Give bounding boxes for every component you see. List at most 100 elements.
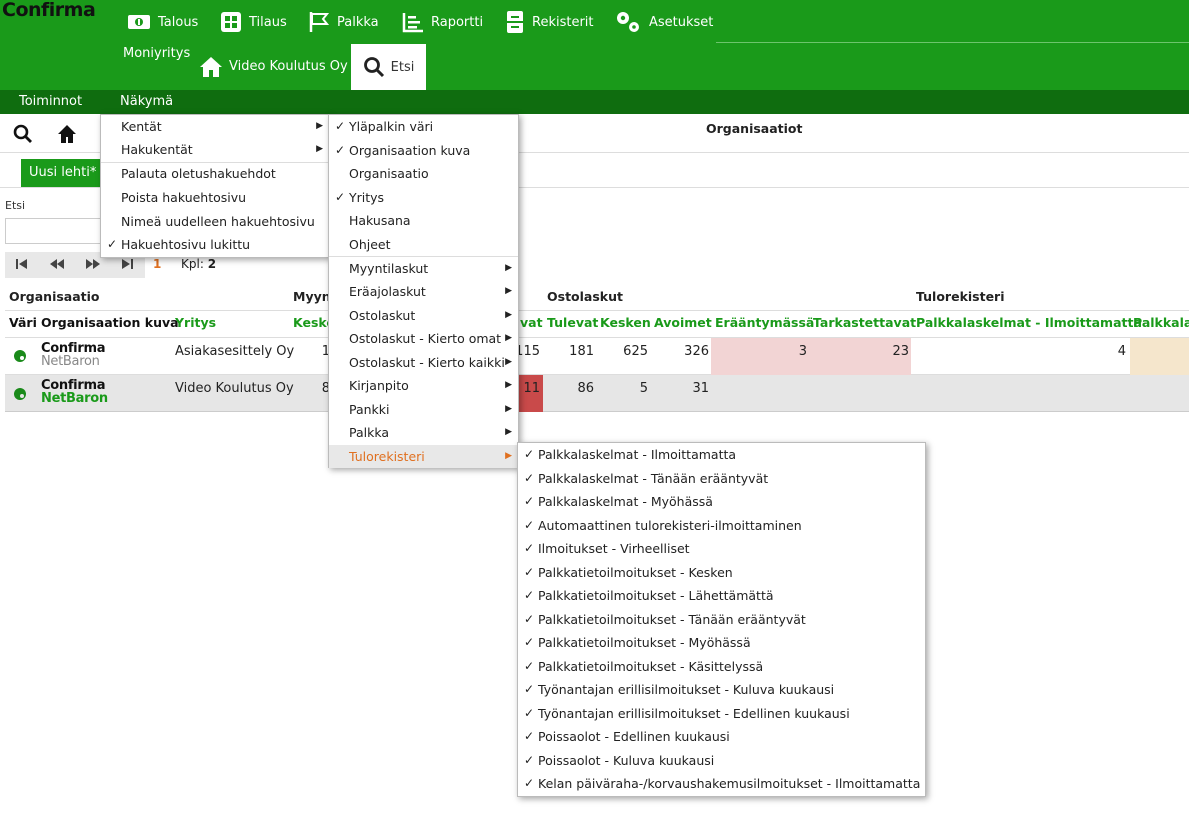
menu-item-palauta-oletushakuehdot[interactable]: Palauta oletushakuehdot [101,162,329,185]
search-label: Etsi [5,199,26,212]
menu-item-tyonantajan-erillisilmoitukset-kuluva-kuukausi[interactable]: ✓ Työnantajan erillisilmoitukset - Kuluva… [518,678,925,701]
col-kesken[interactable]: Kesken [600,315,651,330]
menu-item-palkkatietoilmoitukset-lahettamatta[interactable]: ✓ Palkkatietoilmoitukset - Lähettämättä [518,584,925,607]
company-button[interactable]: Video Koulutus Oy [191,44,348,89]
menu-nakyma[interactable]: Näkymä [120,94,173,109]
col-vari[interactable]: Väri [9,315,37,330]
menu-item-label: Palkkalaskelmat - Myöhässä [538,494,713,509]
col-ost-prev[interactable]: vat [520,315,543,330]
menu-item-yritys[interactable]: ✓ Yritys [329,186,518,209]
next-page-icon[interactable] [85,257,101,271]
search-tab[interactable]: Etsi [351,44,426,90]
submenu-arrow-icon: ▶ [316,144,323,154]
col-avoimet[interactable]: Avoimet [654,315,712,330]
menu-item-hakukentat[interactable]: Hakukentät ▶ [101,138,329,161]
check-icon: ✓ [524,659,535,673]
menu-item-hakusana[interactable]: Hakusana [329,209,518,232]
menu-item-kelan-paivaraha-korvaushakemusilmoitukset-ilmoittamatta[interactable]: ✓ Kelan päiväraha-/korvaushakemusilmoituk… [518,772,925,795]
menu-item-organisaatio[interactable]: Organisaatio [329,162,518,185]
search-input[interactable] [5,218,105,244]
cell-yritys: Video Koulutus Oy [175,381,294,396]
cell-palkka: 4 [1117,344,1126,359]
nav-label: Asetukset [649,14,714,30]
menu-toiminnot[interactable]: Toiminnot [19,94,82,109]
menu-item-pankki[interactable]: Pankki ▶ [329,398,518,421]
nav-talous[interactable]: Talous [127,8,198,36]
app-logo[interactable]: Confirma [2,0,96,21]
menu-item-label: Automaattinen tulorekisteri-ilmoittamine… [538,518,802,533]
menu-item-nimea-uudelleen-hakuehtosivu[interactable]: Nimeä uudelleen hakuehtosivu [101,210,329,233]
menu-item-ohjeet[interactable]: Ohjeet [329,233,518,256]
count-label: Kpl: 2 [181,257,216,271]
cell-avoimet: 31 [692,381,709,396]
menu-item-ostolaskut-kierto-kaikki[interactable]: Ostolaskut - Kierto kaikki ▶ [329,351,518,374]
menu-item-palkkalaskelmat-tanaan-eraantyvat[interactable]: ✓ Palkkalaskelmat - Tänään erääntyvät [518,467,925,490]
menu-item-organisaation-kuva[interactable]: ✓ Organisaation kuva [329,139,518,162]
menu-item-automaattinen-tulorekisteri-ilmoittaminen[interactable]: ✓ Automaattinen tulorekisteri-ilmoittamin… [518,514,925,537]
search-icon[interactable] [13,124,33,144]
menu-item-tulorekisteri[interactable]: Tulorekisteri ▶ [329,445,518,468]
col-palkka-cut[interactable]: Palkkala [1133,315,1189,330]
moniyritys-link[interactable]: Moniyritys [123,46,190,61]
menu-item-label: Työnantajan erillisilmoitukset - Edellin… [538,706,850,721]
menu-item-poista-hakuehtosivu[interactable]: Poista hakuehtosivu [101,186,329,209]
menu-item-ostolaskut-kierto-omat[interactable]: Ostolaskut - Kierto omat ▶ [329,327,518,350]
menu-item-palkkatietoilmoitukset-kasittelyssa[interactable]: ✓ Palkkatietoilmoitukset - Käsittelyssä [518,655,925,678]
col-tulevat[interactable]: Tulevat [547,315,598,330]
menu-item-kirjanpito[interactable]: Kirjanpito ▶ [329,374,518,397]
nav-palkka[interactable]: Palkka [308,8,379,36]
company-name: Video Koulutus Oy [229,59,348,74]
col-erantymassa[interactable]: Erääntymässä [715,315,814,330]
check-icon: ✓ [524,753,535,767]
nav-label: Tilaus [249,14,287,30]
menu-item-ylapalkin-vari[interactable]: ✓ Yläpalkin väri [329,115,518,138]
col-kuva[interactable]: Organisaation kuva [41,315,179,330]
menu-item-kentat[interactable]: Kentät ▶ [101,115,329,138]
first-page-icon[interactable] [15,257,29,271]
check-icon: ✓ [524,494,535,508]
menu-item-palkkatietoilmoitukset-myohassa[interactable]: ✓ Palkkatietoilmoitukset - Myöhässä [518,631,925,654]
last-page-icon[interactable] [120,257,134,271]
check-icon: ✓ [524,635,535,649]
menu-item-label: Palkkatietoilmoitukset - Kesken [538,565,733,580]
menu-item-label: Ostolaskut - Kierto kaikki [349,355,505,370]
palette-icon[interactable] [13,349,27,363]
check-icon: ✓ [524,706,535,720]
tab-uusi-lehti[interactable]: Uusi lehti* [21,159,103,187]
menu-item-label: Poissaolot - Kuluva kuukausi [538,753,715,768]
menu-item-myyntilaskut[interactable]: Myyntilaskut ▶ [329,257,518,280]
menu-item-label: Pankki [349,402,390,417]
col-palkka-ilm[interactable]: Palkkalaskelmat - Ilmoittamatta [916,315,1142,330]
nav-raportti[interactable]: Raportti [402,8,483,36]
menu-item-palkkatietoilmoitukset-tanaan-eraantyvat[interactable]: ✓ Palkkatietoilmoitukset - Tänään eräänty… [518,608,925,631]
money-icon [128,15,150,29]
menu-item-hakuehtosivu-lukittu[interactable]: ✓ Hakuehtosivu lukittu [101,233,329,256]
menu-item-ostolaskut[interactable]: Ostolaskut ▶ [329,304,518,327]
nav-tilaus[interactable]: Tilaus [220,8,287,36]
menu-item-label: Palkkatietoilmoitukset - Myöhässä [538,635,751,650]
menu-item-palkkalaskelmat-myohassa[interactable]: ✓ Palkkalaskelmat - Myöhässä [518,490,925,513]
palette-icon[interactable] [13,387,27,401]
menu-item-tyonantajan-erillisilmoitukset-edellinen-kuukausi[interactable]: ✓ Työnantajan erillisilmoitukset - Edelli… [518,702,925,725]
prev-page-icon[interactable] [49,257,65,271]
logo-bottom: NetBaron [41,354,100,369]
cell-yritys: Asiakasesittely Oy [175,344,295,359]
menu-item-palkkatietoilmoitukset-kesken[interactable]: ✓ Palkkatietoilmoitukset - Kesken [518,561,925,584]
nav-asetukset[interactable]: Asetukset [614,8,713,36]
col-tarkastettavat[interactable]: Tarkastettavat [813,315,916,330]
menu-item-poissaolot-edellinen-kuukausi[interactable]: ✓ Poissaolot - Edellinen kuukausi [518,725,925,748]
menu-item-label: Palkkalaskelmat - Tänään erääntyvät [538,471,769,486]
menu-item-eraajolaskut[interactable]: Eräajolaskut ▶ [329,280,518,303]
nav-rekisterit[interactable]: Rekisterit [505,8,594,36]
menu-item-poissaolot-kuluva-kuukausi[interactable]: ✓ Poissaolot - Kuluva kuukausi [518,749,925,772]
menu-item-label: Ilmoitukset - Virheelliset [538,541,690,556]
menu-item-ilmoitukset-virheelliset[interactable]: ✓ Ilmoitukset - Virheelliset [518,537,925,560]
menu-item-label: Ostolaskut [349,308,416,323]
count-value: 2 [207,257,217,271]
home-icon[interactable] [57,124,77,144]
col-yritys[interactable]: Yritys [175,315,216,330]
menu-item-palkkalaskelmat-ilmoittamatta[interactable]: ✓ Palkkalaskelmat - Ilmoittamatta [518,443,925,466]
tulorekisteri-submenu: ✓ Palkkalaskelmat - Ilmoittamatta ✓ Palkkal… [517,442,926,797]
menu-item-palkka[interactable]: Palkka ▶ [329,421,518,444]
submenu-arrow-icon: ▶ [505,310,512,320]
